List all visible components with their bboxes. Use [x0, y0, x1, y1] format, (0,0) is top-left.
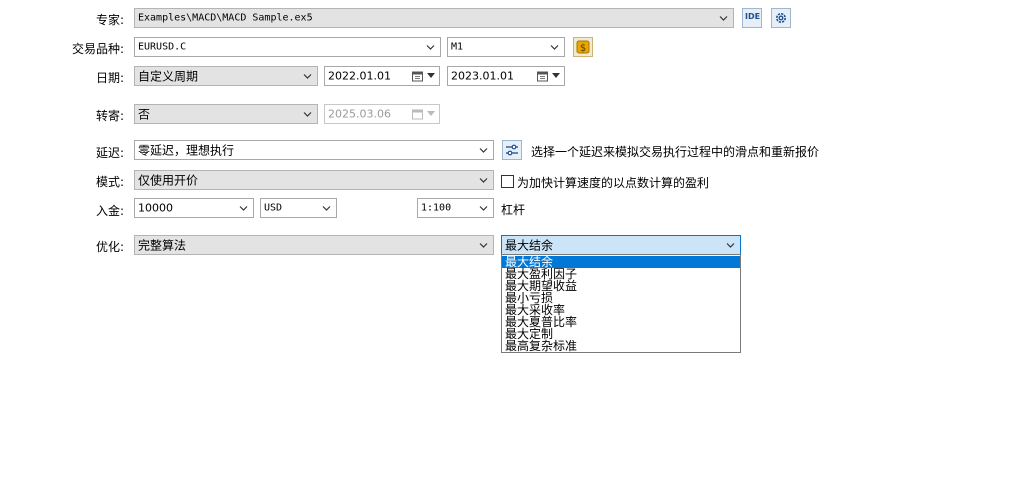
date-to-picker[interactable]: 2023.01.01 — [447, 66, 565, 86]
timeframe-value: M1 — [451, 41, 464, 53]
date-from-value: 2022.01.01 — [328, 69, 391, 83]
currency-select[interactable]: USD — [260, 198, 337, 218]
optimization-label: 优化: — [95, 240, 124, 254]
dropdown-arrow-icon — [427, 111, 435, 117]
calendar-icon — [412, 109, 423, 120]
forward-value: 否 — [138, 107, 151, 122]
symbol-value: EURUSD.C — [138, 41, 187, 53]
expert-value: Examples\MACD\MACD Sample.ex5 — [138, 12, 313, 24]
chevron-down-icon — [303, 72, 312, 81]
calendar-icon[interactable] — [537, 71, 548, 82]
ide-button[interactable]: IDE — [742, 8, 762, 28]
symbol-specification-button[interactable]: $ — [573, 37, 593, 57]
delay-settings-button[interactable] — [502, 140, 522, 160]
delay-label: 延迟: — [95, 146, 124, 160]
date-label: 日期: — [95, 71, 124, 85]
deposit-label: 入金: — [95, 204, 124, 218]
delay-select[interactable]: 零延迟，理想执行 — [134, 140, 494, 160]
delay-value: 零延迟，理想执行 — [138, 143, 235, 158]
period-select[interactable]: 自定义周期 — [134, 66, 318, 86]
forward-label: 转寄: — [95, 109, 124, 123]
optimization-criterion-dropdown-list[interactable]: 最大结余 最大盈利因子 最大期望收益 最小亏损 最大采收率 最大夏普比率 最大定… — [501, 254, 741, 353]
optimization-criterion-select[interactable]: 最大结余 — [501, 235, 741, 255]
chevron-down-icon — [322, 204, 331, 213]
chevron-down-icon — [550, 43, 559, 52]
leverage-value: 1:100 — [421, 202, 452, 214]
optimization-algorithm-value: 完整算法 — [138, 238, 187, 253]
delay-hint: 选择一个延迟来模拟交易执行过程中的滑点和重新报价 — [531, 145, 820, 159]
leverage-label: 杠杆 — [501, 203, 526, 217]
leverage-select[interactable]: 1:100 — [417, 198, 494, 218]
forward-date-value: 2025.03.06 — [328, 107, 391, 121]
chevron-down-icon — [479, 241, 488, 250]
currency-value: USD — [264, 202, 283, 214]
forward-date-picker: 2025.03.06 — [324, 104, 440, 124]
period-value: 自定义周期 — [138, 69, 199, 84]
chevron-down-icon — [479, 204, 488, 213]
symbol-label: 交易品种: — [71, 42, 124, 56]
optimization-algorithm-select[interactable]: 完整算法 — [134, 235, 494, 255]
chevron-down-icon — [479, 176, 488, 185]
points-profit-label: 为加快计算速度的以点数计算的盈利 — [517, 176, 710, 190]
calendar-icon[interactable] — [412, 71, 423, 82]
expert-label: 专家: — [95, 13, 124, 27]
optimization-criterion-value: 最大结余 — [505, 238, 554, 253]
model-select[interactable]: 仅使用开价 — [134, 170, 494, 190]
deposit-amount-value: 10000 — [138, 201, 173, 215]
deposit-amount-combobox[interactable]: 10000 — [134, 198, 254, 218]
date-from-picker[interactable]: 2022.01.01 — [324, 66, 440, 86]
ide-icon: IDE — [745, 12, 761, 21]
points-profit-checkbox[interactable] — [501, 175, 514, 188]
chevron-down-icon — [303, 110, 312, 119]
expert-select[interactable]: Examples\MACD\MACD Sample.ex5 — [134, 8, 734, 28]
model-label: 模式: — [95, 175, 124, 189]
chevron-down-icon — [426, 43, 435, 52]
forward-select[interactable]: 否 — [134, 104, 318, 124]
model-value: 仅使用开价 — [138, 173, 199, 188]
chevron-down-icon — [726, 241, 735, 250]
date-to-value: 2023.01.01 — [451, 69, 514, 83]
svg-text:$: $ — [580, 43, 586, 54]
symbol-combobox[interactable]: EURUSD.C — [134, 37, 441, 57]
timeframe-select[interactable]: M1 — [447, 37, 565, 57]
settings-button[interactable] — [771, 8, 791, 28]
chevron-down-icon — [719, 14, 728, 23]
dropdown-arrow-icon[interactable] — [552, 73, 560, 79]
dropdown-arrow-icon[interactable] — [427, 73, 435, 79]
chevron-down-icon — [239, 204, 248, 213]
chevron-down-icon — [479, 146, 488, 155]
criterion-option[interactable]: 最高复杂标准 — [502, 340, 740, 352]
